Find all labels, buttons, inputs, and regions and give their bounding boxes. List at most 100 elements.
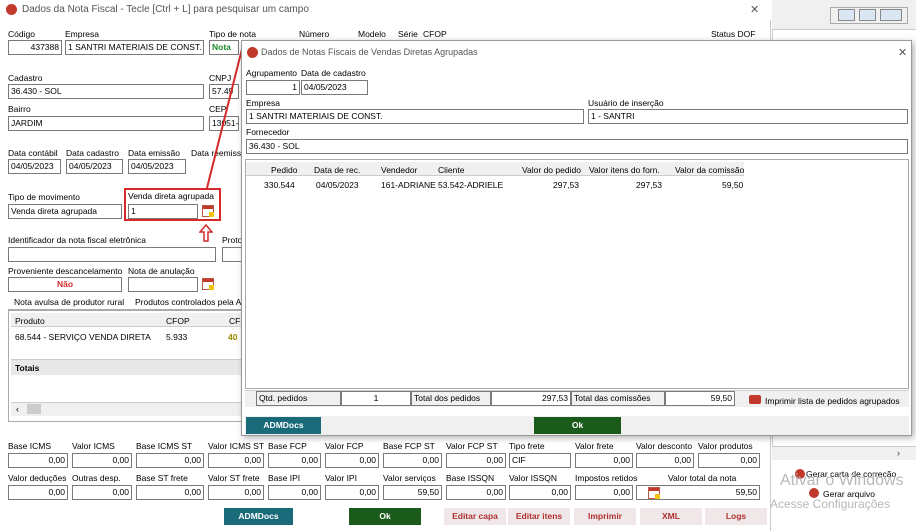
calendar-icon[interactable]: [202, 205, 214, 217]
imprimir-button[interactable]: Imprimir: [574, 508, 636, 525]
col-comissao: Valor da comissão: [675, 165, 745, 175]
bottom-field-1-5[interactable]: 0,00: [325, 453, 379, 468]
logs-button[interactable]: Logs: [705, 508, 767, 525]
ok-button[interactable]: Ok: [349, 508, 421, 525]
bottom-field-1-9[interactable]: 0,00: [575, 453, 633, 468]
imprimir-lista-link[interactable]: Imprimir lista de pedidos agrupados: [765, 396, 900, 406]
admdocs-button[interactable]: ADMDocs: [224, 508, 293, 525]
bottom-field-2-0[interactable]: 0,00: [8, 485, 68, 500]
up-arrow-icon: [199, 224, 213, 242]
bottom-label-1-9: Valor frete: [575, 441, 614, 451]
bottom-label-1-4: Base FCP: [268, 441, 307, 451]
identificador-field[interactable]: [8, 247, 216, 262]
close-bg-icon[interactable]: [880, 9, 902, 21]
label-bairro: Bairro: [8, 104, 31, 114]
bottom-label-1-5: Valor FCP: [325, 441, 364, 451]
bottom-field-2-6[interactable]: 59,50: [383, 485, 442, 500]
minimize-icon[interactable]: [838, 9, 855, 21]
app-logo-icon: [6, 4, 17, 15]
chevron-right-icon[interactable]: ›: [897, 448, 900, 458]
scroll-thumb[interactable]: [27, 404, 41, 414]
total-comissoes-label: Total das comissões: [571, 391, 665, 406]
usuario-field[interactable]: 1 - SANTRI: [588, 109, 908, 124]
label-modelo: Modelo: [358, 29, 386, 39]
bottom-label-2-0: Valor deduções: [8, 473, 67, 483]
label-data-cadastro: Data cadastro: [66, 148, 119, 158]
proveniente-field[interactable]: Não: [8, 277, 122, 292]
tipo-movimento-field[interactable]: Venda direta agrupada: [8, 204, 122, 219]
label-identificador: Identificador da nota fiscal eletrônica: [8, 235, 146, 245]
bottom-field-1-1[interactable]: 0,00: [72, 453, 132, 468]
right-scrollbar[interactable]: [772, 446, 916, 460]
bottom-field-1-11[interactable]: 0,00: [698, 453, 760, 468]
tab-produtos-controlados[interactable]: Produtos controlados pela A: [135, 297, 241, 307]
bottom-field-2-3[interactable]: 0,00: [208, 485, 264, 500]
empresa-field[interactable]: 1 SANTRI MATERIAIS DE CONST.: [65, 40, 204, 55]
products-scrollbar[interactable]: [11, 402, 242, 416]
close-icon[interactable]: ✕: [750, 3, 759, 16]
col-valor-itens: Valor itens do forn.: [589, 165, 660, 175]
dialog-admdocs-button[interactable]: ADMDocs: [246, 417, 321, 434]
bottom-field-1-10[interactable]: 0,00: [636, 453, 694, 468]
bottom-label-1-0: Base ICMS: [8, 441, 51, 451]
bottom-field-2-8[interactable]: 0,00: [509, 485, 571, 500]
codigo-field[interactable]: 437388: [8, 40, 62, 55]
printer-icon[interactable]: [749, 395, 761, 404]
label-proto: Proto: [222, 235, 243, 245]
col-valor-pedido: Valor do pedido: [522, 165, 581, 175]
bairro-field[interactable]: JARDIM: [8, 116, 204, 131]
table-row[interactable]: 330.544 04/05/2023 161-ADRIANE 53.542-AD…: [246, 178, 744, 192]
calendar-icon[interactable]: [202, 278, 214, 290]
data-emissao-field[interactable]: 04/05/2023: [128, 159, 186, 174]
fornecedor-field[interactable]: 36.430 - SOL: [246, 139, 908, 154]
nota-anulacao-field[interactable]: [128, 277, 198, 292]
bottom-label-1-2: Base ICMS ST: [136, 441, 193, 451]
products-header: [11, 313, 242, 327]
bottom-label-1-8: Tipo frete: [509, 441, 545, 451]
bottom-field-1-2[interactable]: 0,00: [136, 453, 204, 468]
xml-button[interactable]: XML: [640, 508, 702, 525]
bottom-field-2-2[interactable]: 0,00: [136, 485, 204, 500]
main-title-bar: Dados da Nota Fiscal - Tecle [Ctrl + L] …: [0, 0, 771, 20]
agrupamento-field[interactable]: 1: [246, 80, 300, 95]
cadastro-field[interactable]: 36.430 - SOL: [8, 84, 204, 99]
proto-field[interactable]: [222, 247, 242, 262]
label-codigo: Código: [8, 29, 35, 39]
bottom-field-2-7[interactable]: 0,00: [446, 485, 506, 500]
dialog-ok-button[interactable]: Ok: [534, 417, 621, 434]
dialog-close-icon[interactable]: ✕: [898, 46, 907, 59]
editar-itens-button[interactable]: Editar itens: [508, 508, 570, 525]
products-col-cf: CF: [229, 316, 241, 326]
bottom-field-1-4[interactable]: 0,00: [268, 453, 321, 468]
cell-pedido: 330.544: [264, 180, 295, 190]
chevron-left-icon[interactable]: ‹: [16, 404, 19, 414]
bottom-field-1-8[interactable]: CIF: [509, 453, 571, 468]
label-usuario: Usuário de inserção: [588, 98, 664, 108]
col-pedido: Pedido: [271, 165, 298, 175]
maximize-icon[interactable]: [859, 9, 876, 21]
cell-valor-itens: 297,53: [636, 180, 662, 190]
bottom-field-1-6[interactable]: 0,00: [383, 453, 442, 468]
bottom-field-2-1[interactable]: 0,00: [72, 485, 132, 500]
label-serie: Série: [398, 29, 418, 39]
editar-capa-button[interactable]: Editar capa: [444, 508, 506, 525]
label-fornecedor: Fornecedor: [246, 127, 290, 137]
watermark-line1: Ativar o Windows: [780, 472, 904, 489]
data-contabil-field[interactable]: 04/05/2023: [8, 159, 61, 174]
total-comissoes-value: 59,50: [665, 391, 735, 406]
calendar-icon[interactable]: [648, 487, 660, 499]
bottom-field-2-9[interactable]: 0,00: [575, 485, 633, 500]
tab-nota-avulsa[interactable]: Nota avulsa de produtor rural: [14, 297, 124, 307]
connector-line: [206, 44, 244, 189]
bottom-field-1-3[interactable]: 0,00: [208, 453, 264, 468]
data-cadastro-dlg-field[interactable]: 04/05/2023: [301, 80, 368, 95]
bottom-field-1-7[interactable]: 0,00: [446, 453, 506, 468]
empresa-dlg-field[interactable]: 1 SANTRI MATERIAIS DE CONST.: [246, 109, 584, 124]
bottom-field-2-5[interactable]: 0,00: [325, 485, 379, 500]
venda-direta-field[interactable]: 1: [128, 204, 198, 219]
bottom-field-2-4[interactable]: 0,00: [268, 485, 321, 500]
bottom-field-1-0[interactable]: 0,00: [8, 453, 68, 468]
pedidos-grid: [245, 159, 909, 389]
data-cadastro-field[interactable]: 04/05/2023: [66, 159, 123, 174]
table-row[interactable]: 68.544 - SERVIÇO VENDA DIRETA 5.933 40: [11, 329, 242, 343]
